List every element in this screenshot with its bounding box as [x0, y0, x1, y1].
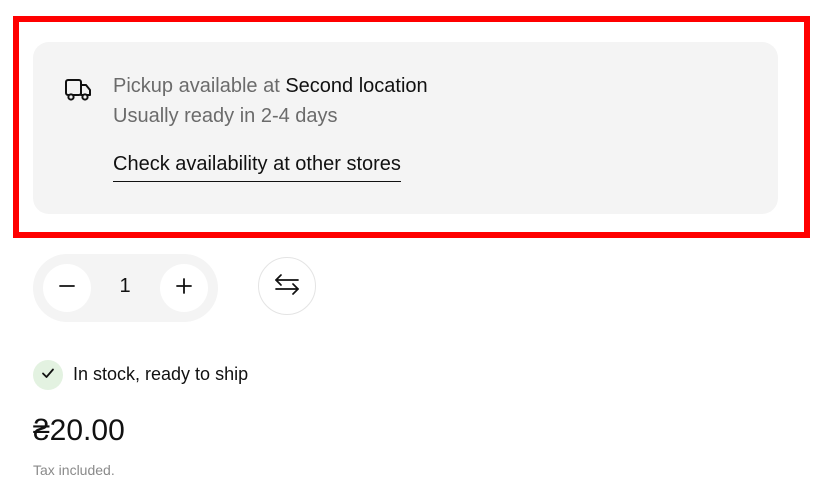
- delivery-truck-icon: [63, 74, 93, 104]
- stock-status-badge: [33, 360, 63, 390]
- tax-note: Tax included.: [33, 462, 115, 478]
- pickup-prefix: Pickup available at: [113, 75, 286, 97]
- pickup-availability-text: Pickup available at Second location: [113, 75, 428, 98]
- stock-status-text: In stock, ready to ship: [73, 364, 249, 384]
- pickup-card: Pickup available at Second location Usua…: [33, 42, 778, 214]
- check-availability-link[interactable]: Check availability at other stores: [113, 153, 401, 182]
- pickup-ready-time: Usually ready in 2-4 days: [113, 105, 338, 127]
- product-price: ₴20.00: [33, 414, 125, 447]
- decrease-quantity-button[interactable]: [43, 264, 91, 312]
- quantity-stepper: 1: [33, 254, 218, 322]
- minus-icon: [57, 276, 77, 301]
- quantity-value[interactable]: 1: [107, 275, 143, 298]
- pickup-location: Second location: [285, 75, 428, 97]
- increase-quantity-button[interactable]: [160, 264, 208, 312]
- compare-button[interactable]: [258, 257, 316, 315]
- checkmark-icon: [40, 365, 56, 386]
- plus-icon: [174, 276, 194, 301]
- swap-arrows-icon: [273, 273, 301, 300]
